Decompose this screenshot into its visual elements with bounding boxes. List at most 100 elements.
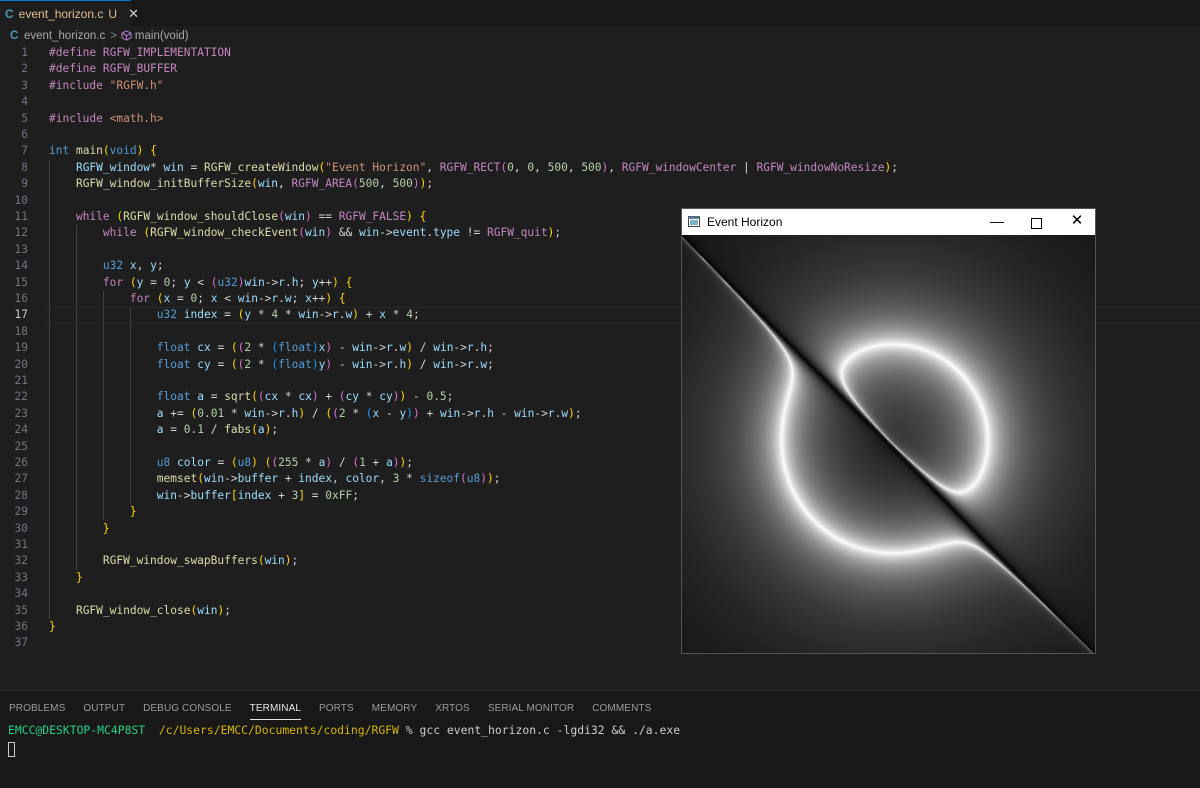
indent-guide <box>103 291 104 521</box>
code-line[interactable]: 7 int main(void) { <box>0 143 1200 159</box>
method-cube-icon <box>121 30 132 41</box>
window-titlebar[interactable]: Event Horizon — ✕ <box>682 209 1095 235</box>
tab-event-horizon[interactable]: C event_horizon.c U ✕ <box>0 0 139 26</box>
line-number: 28 <box>14 488 28 502</box>
tab-memory[interactable]: MEMORY <box>372 699 417 719</box>
line-number: 29 <box>14 505 28 519</box>
line-number: 15 <box>14 275 28 289</box>
code-text: for (x = 0; x < win->r.w; x++) { <box>129 292 346 305</box>
line-number: 19 <box>14 341 28 355</box>
code-text: win->buffer[index + 3] = 0xFF; <box>156 488 359 502</box>
line-number: 14 <box>14 259 28 273</box>
tab-output[interactable]: OUTPUT <box>83 699 125 719</box>
line-number: 13 <box>14 242 28 256</box>
line-number: 30 <box>14 521 28 535</box>
code-line[interactable]: 6 <box>0 127 1200 143</box>
code-line[interactable]: 10 <box>0 193 1200 209</box>
code-line[interactable]: 3 #include "RGFW.h" <box>0 78 1200 94</box>
tab-comments[interactable]: COMMENTS <box>592 699 651 719</box>
terminal-path: /c/Users/EMCC/Documents/coding/RGFW <box>158 723 399 737</box>
app-window-icon <box>688 216 700 227</box>
code-line[interactable]: 9 RGFW_window_initBufferSize(win, RGFW_A… <box>0 176 1200 192</box>
code-text: #define RGFW_BUFFER <box>49 62 177 76</box>
close-icon[interactable]: ✕ <box>128 6 139 22</box>
line-number: 4 <box>21 95 28 109</box>
line-number: 25 <box>14 439 28 453</box>
panel-tabs: PROBLEMS OUTPUT DEBUG CONSOLE TERMINAL PORTS… <box>0 699 660 721</box>
tab-serial-monitor[interactable]: SERIAL MONITOR <box>488 699 574 719</box>
terminal-prompt-symbol: % <box>405 723 413 737</box>
code-text: } <box>75 570 83 584</box>
line-number: 16 <box>14 292 28 305</box>
indent-guide <box>49 159 50 619</box>
code-text: for (y = 0; y < (u32)win->r.h; y++) { <box>102 275 353 289</box>
breadcrumb: C event_horizon.c > main(void) <box>0 26 1200 45</box>
code-text: RGFW_window_initBufferSize(win, RGFW_ARE… <box>75 177 434 191</box>
event-horizon-window[interactable]: Event Horizon — ✕ <box>682 209 1095 653</box>
line-number: 26 <box>14 456 28 469</box>
breadcrumb-separator: > <box>110 29 117 42</box>
tab-filename: event_horizon.c <box>18 6 104 21</box>
untracked-badge: U <box>108 6 118 21</box>
line-number: 20 <box>14 357 28 371</box>
maximize-button[interactable] <box>1031 218 1042 229</box>
code-line[interactable]: 5 #include <math.h> <box>0 111 1200 127</box>
line-number: 22 <box>14 390 28 404</box>
code-text: a = 0.1 / fabs(a); <box>156 423 279 437</box>
code-text: u32 index = (y * 4 * win->r.w) + x * 4; <box>156 308 420 322</box>
c-file-icon: C <box>5 6 14 21</box>
line-number: 10 <box>14 193 28 207</box>
tab-debug-console[interactable]: DEBUG CONSOLE <box>143 699 232 719</box>
line-number: 31 <box>14 538 28 551</box>
breadcrumb-symbol[interactable]: main(void) <box>135 30 189 42</box>
code-text: RGFW_window_close(win); <box>75 603 231 617</box>
tab-problems[interactable]: PROBLEMS <box>9 699 65 719</box>
line-number: 36 <box>14 620 28 633</box>
code-text: #include "RGFW.h" <box>49 78 164 92</box>
bottom-panel: PROBLEMS OUTPUT DEBUG CONSOLE TERMINAL PORTS… <box>0 690 1200 788</box>
event-horizon-render <box>682 235 1095 653</box>
terminal-prompt[interactable]: EMCC@DESKTOP-MC4P8ST /c/Users/EMCC/Docum… <box>8 723 680 737</box>
line-number: 23 <box>14 406 28 420</box>
code-text: RGFW_window_swapBuffers(win); <box>102 554 299 568</box>
line-number: 7 <box>21 144 28 158</box>
breadcrumb-file[interactable]: event_horizon.c <box>24 30 105 42</box>
line-number: 21 <box>14 374 28 387</box>
window-title: Event Horizon <box>707 215 783 229</box>
code-text: } <box>49 620 56 633</box>
line-number: 18 <box>14 324 28 338</box>
code-line[interactable]: 8 RGFW_window* win = RGFW_createWindow("… <box>0 160 1200 176</box>
tab-xrtos[interactable]: XRTOS <box>435 699 470 719</box>
code-text: RGFW_window* win = RGFW_createWindow("Ev… <box>75 160 898 174</box>
code-text: #define RGFW_IMPLEMENTATION <box>49 46 231 59</box>
c-file-icon: C <box>10 29 19 42</box>
editor-tab-bar: C event_horizon.c U ✕ <box>0 0 1200 26</box>
code-text: while (RGFW_window_checkEvent(win) && wi… <box>102 226 562 240</box>
code-line[interactable]: 4 <box>0 94 1200 110</box>
tab-ports[interactable]: PORTS <box>319 699 354 719</box>
line-number: 17 <box>14 308 28 322</box>
line-number: 33 <box>14 570 28 584</box>
line-number: 11 <box>14 210 28 223</box>
terminal-cursor <box>8 742 15 757</box>
line-number: 1 <box>21 46 28 59</box>
code-text: float a = sqrt((cx * cx) + (cy * cy)) - … <box>156 390 454 404</box>
line-number: 24 <box>14 423 28 437</box>
code-text: float cx = ((2 * (float)x) - win->r.w) /… <box>156 341 494 355</box>
line-number: 12 <box>14 226 28 240</box>
close-button[interactable]: ✕ <box>1069 212 1085 232</box>
tab-terminal[interactable]: TERMINAL <box>249 699 302 720</box>
code-line[interactable]: 2 #define RGFW_BUFFER <box>0 61 1200 77</box>
line-number: 8 <box>21 160 28 174</box>
code-line[interactable]: 1 #define RGFW_IMPLEMENTATION <box>0 45 1200 61</box>
terminal-user: EMCC@DESKTOP-MC4P8ST <box>8 723 146 737</box>
code-text: } <box>102 521 110 535</box>
line-number: 9 <box>21 177 28 191</box>
minimize-button[interactable]: — <box>987 211 1007 231</box>
line-number: 37 <box>14 636 28 650</box>
code-text: u32 x, y; <box>102 259 164 273</box>
code-text: #include <math.h> <box>49 111 164 125</box>
code-text: float cy = ((2 * (float)y) - win->r.h) /… <box>156 357 494 371</box>
indent-guide <box>130 307 131 505</box>
line-number: 27 <box>14 472 28 486</box>
